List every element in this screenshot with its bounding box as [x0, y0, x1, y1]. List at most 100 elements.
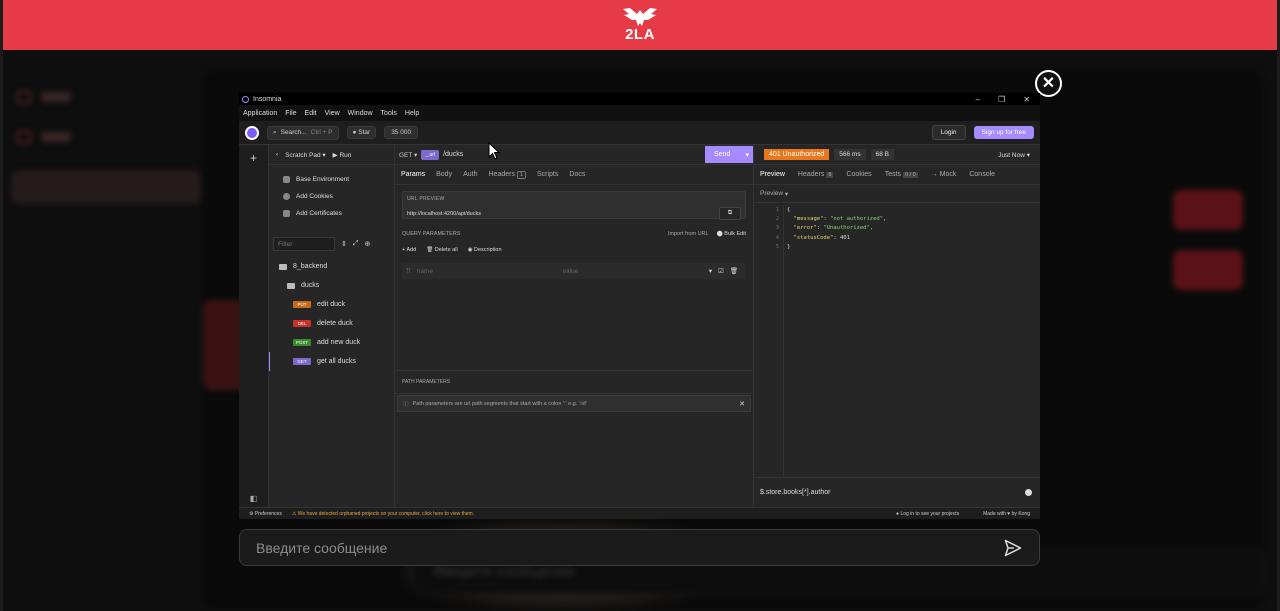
response-pane: 401 Unauthorized 566 ms 68 B Just Now ▾ …: [754, 145, 1040, 507]
trash-icon[interactable]: 🗑: [730, 267, 738, 275]
star-count: 35 000: [384, 126, 419, 139]
request-edit-duck[interactable]: PUT edit duck: [269, 295, 394, 314]
tree-collection[interactable]: 8_backend: [269, 257, 394, 276]
orphaned-projects-warning[interactable]: ⚠ We have detected orphaned projects on …: [292, 511, 474, 517]
menu-window[interactable]: Window: [348, 110, 373, 117]
tab-cookies[interactable]: Cookies: [846, 171, 871, 178]
login-button[interactable]: Login: [931, 125, 966, 140]
help-icon[interactable]: [1025, 489, 1032, 496]
preview-mode-select[interactable]: Preview ▾: [754, 185, 1040, 203]
tab-scripts[interactable]: Scripts: [537, 171, 558, 178]
request-delete-duck[interactable]: DEL delete duck: [269, 314, 394, 333]
github-star-button[interactable]: ● Star: [346, 126, 377, 139]
copy-button[interactable]: ⧉: [719, 207, 741, 220]
sidebar-item-base-environment[interactable]: Base Environment: [269, 171, 394, 188]
expand-icon[interactable]: ⤢: [353, 240, 359, 248]
method-badge: GET: [293, 358, 311, 365]
delete-all-button[interactable]: 🗑 Delete all: [426, 247, 457, 253]
menubar: Application File Edit View Window Tools …: [239, 105, 1040, 121]
sort-icon[interactable]: ⇕: [341, 240, 347, 248]
url-variable-chip[interactable]: _.url: [421, 149, 440, 160]
param-value-input[interactable]: value: [563, 268, 703, 275]
search-button[interactable]: ⌕ Search... Ctrl + P: [267, 125, 339, 140]
copy-icon: ⧉: [727, 210, 733, 216]
tab-tests[interactable]: Tests 0 / 0: [885, 171, 918, 178]
menu-tools[interactable]: Tools: [381, 110, 397, 117]
window-close-icon[interactable]: ✕: [1023, 95, 1030, 104]
search-icon: ⌕: [273, 128, 277, 136]
folder-icon: [279, 263, 287, 270]
plus-icon[interactable]: +: [250, 151, 257, 165]
tab-body[interactable]: Body: [436, 171, 452, 178]
bulk-edit-toggle[interactable]: ⬤ Bulk Edit: [717, 231, 746, 237]
app-logo-icon[interactable]: [245, 125, 259, 140]
send-icon[interactable]: [1003, 538, 1023, 558]
chevron-down-icon[interactable]: ▾: [745, 151, 749, 159]
param-name-input[interactable]: name: [417, 268, 557, 275]
drag-handle-icon[interactable]: ⠿: [406, 267, 411, 275]
menu-application[interactable]: Application: [243, 110, 277, 117]
star-label: Star: [358, 129, 371, 136]
menu-edit[interactable]: Edit: [305, 110, 317, 117]
tab-console[interactable]: Console: [969, 171, 995, 178]
left-rail: + ◧: [239, 145, 269, 507]
request-add-new-duck[interactable]: POST add new duck: [269, 333, 394, 352]
filter-input[interactable]: Filter: [273, 237, 335, 251]
sidebar: ‹ Scratch Pad ▾ ▶ Run Base Environment A…: [269, 145, 395, 507]
tab-mock[interactable]: → Mock: [931, 171, 957, 178]
menu-view[interactable]: View: [325, 110, 340, 117]
tab-preview[interactable]: Preview: [760, 171, 785, 178]
json-path-filter[interactable]: $.store.books[*].author: [754, 477, 1040, 507]
url-input[interactable]: /ducks: [443, 151, 463, 158]
back-icon[interactable]: ‹: [276, 151, 278, 158]
app-statusbar: ⚙ Preferences ⚠ We have detected orphane…: [239, 507, 1040, 519]
eye-icon: ◉: [467, 247, 473, 253]
menu-file[interactable]: File: [285, 110, 296, 117]
import-from-url-button[interactable]: Import from URL: [668, 231, 709, 237]
checkbox-icon[interactable]: ☑: [718, 267, 724, 275]
sidebar-item-add-cookies[interactable]: Add Cookies: [269, 188, 394, 205]
sidebar-item-add-certificates[interactable]: Add Certificates: [269, 205, 394, 222]
method-select[interactable]: GET ▾: [399, 151, 417, 159]
menu-help[interactable]: Help: [405, 110, 419, 117]
scratch-pad-dropdown[interactable]: Scratch Pad ▾: [285, 151, 326, 159]
app-toolbar: ⌕ Search... Ctrl + P ● Star 35 000 Login…: [239, 121, 1040, 145]
tab-response-headers[interactable]: Headers 8: [798, 171, 834, 178]
tab-params[interactable]: Params: [401, 171, 425, 178]
sidebar-toggle-icon[interactable]: ◧: [250, 494, 258, 503]
brand-logo[interactable]: 2LA: [618, 6, 662, 46]
github-icon: ●: [352, 129, 357, 136]
tab-auth[interactable]: Auth: [463, 171, 477, 178]
url-preview: URL PREVIEW http://localhost:4200/api/du…: [402, 191, 746, 220]
top-header: 2LA: [3, 0, 1277, 50]
path-params-note: ⓘ Path parameters are url path segments …: [397, 395, 751, 412]
close-icon: ✕: [1041, 74, 1056, 92]
message-input[interactable]: Введите сообщение: [239, 529, 1040, 566]
search-shortcut: Ctrl + P: [310, 129, 333, 136]
preferences-button[interactable]: ⚙ Preferences: [249, 511, 282, 517]
play-icon: ▶: [332, 151, 338, 159]
cookie-icon: [283, 193, 290, 200]
chevron-down-icon[interactable]: ▾: [709, 267, 712, 275]
dismiss-icon[interactable]: ✕: [739, 400, 745, 408]
response-time: 566 ms: [834, 149, 866, 160]
description-button[interactable]: ◉ Description: [468, 247, 502, 253]
minimize-icon[interactable]: –: [976, 95, 980, 104]
signup-button[interactable]: Sign up for free: [973, 126, 1034, 139]
tab-docs[interactable]: Docs: [569, 171, 585, 178]
login-note[interactable]: ● Log in to see your projects: [896, 511, 959, 517]
request-get-all-ducks[interactable]: GET get all ducks: [269, 352, 394, 371]
tab-headers[interactable]: Headers 1: [489, 171, 526, 179]
add-param-button[interactable]: + Add: [402, 247, 416, 253]
maximize-icon[interactable]: ❐: [998, 95, 1005, 104]
gear-icon: ⚙: [249, 510, 254, 517]
certificate-icon: [283, 210, 290, 217]
tree-folder-ducks[interactable]: ducks: [269, 276, 394, 295]
method-badge: POST: [293, 339, 311, 346]
send-button[interactable]: Send ▾: [705, 146, 753, 163]
run-button[interactable]: ▶ Run: [333, 151, 352, 159]
add-circle-icon[interactable]: ⊕: [364, 240, 370, 248]
history-dropdown[interactable]: Just Now ▾: [998, 151, 1030, 159]
request-pane: GET ▾ _.url /ducks Send ▾ Params Body Aut…: [395, 145, 754, 507]
response-body: 1 2 3 4 5 { "message": "not authorized",…: [754, 205, 1040, 477]
